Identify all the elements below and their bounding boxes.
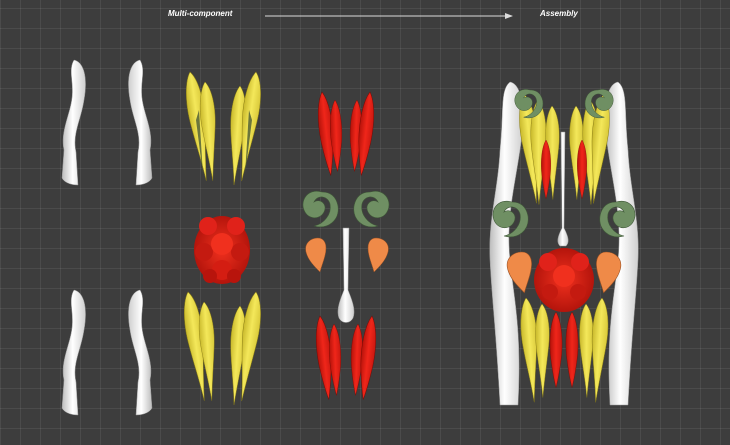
white-shell-top-left [61, 59, 87, 186]
diagram-canvas: Multi-component Assembly [0, 0, 730, 445]
white-shell-bottom-right [127, 289, 153, 416]
red-sepal-bottom-group [312, 314, 380, 401]
green-curl-right [353, 190, 390, 228]
green-curl-group [302, 190, 390, 228]
white-shell-group [61, 59, 153, 416]
white-pistil [337, 227, 355, 323]
red-core [194, 216, 250, 284]
red-sepal-top-group [314, 90, 378, 177]
orange-ear-left [305, 237, 327, 273]
white-shell-bottom-left [61, 289, 87, 416]
assembly [489, 81, 639, 406]
diagram-svg [61, 13, 639, 416]
yellow-petal-bottom-group [179, 290, 266, 406]
yellow-petal-top-group [181, 70, 266, 186]
orange-ear-right [367, 237, 389, 273]
white-shell-top-right [127, 59, 153, 186]
green-curl-left [302, 190, 339, 228]
